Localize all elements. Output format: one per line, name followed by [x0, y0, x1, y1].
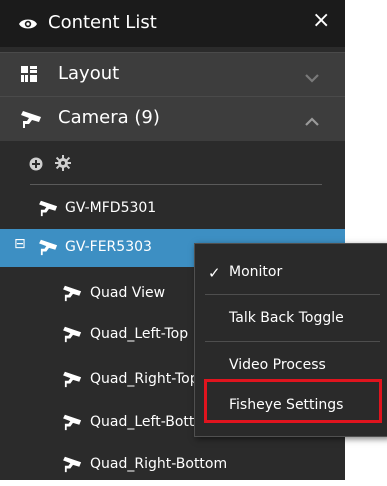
menu-item-label: Talk Back Toggle — [229, 310, 344, 326]
chevron-up-icon[interactable] — [304, 112, 320, 131]
tree-item-quad-right-bottom[interactable]: Quad_Right-Bottom — [0, 446, 345, 486]
child-label: Quad_Right-Top — [90, 371, 199, 387]
checkmark-icon: ✓ — [208, 264, 221, 282]
tree-item-gv-mfd5301[interactable]: GV-MFD5301 — [0, 189, 345, 229]
gear-icon[interactable] — [55, 155, 71, 175]
device-label: GV-MFD5301 — [65, 200, 157, 216]
menu-separator — [205, 294, 380, 295]
add-circle-icon[interactable] — [29, 156, 43, 175]
toolbar-divider — [30, 184, 322, 185]
chevron-down-icon[interactable] — [304, 68, 320, 87]
section-layout[interactable]: Layout — [0, 52, 345, 97]
camera-icon — [38, 238, 60, 260]
menu-item-monitor[interactable]: ✓ Monitor — [195, 252, 387, 292]
section-camera-label: Camera (9) — [58, 107, 160, 128]
child-label: Quad View — [90, 285, 166, 301]
camera-icon — [38, 199, 60, 221]
camera-icon — [62, 325, 84, 347]
menu-item-label: Monitor — [229, 264, 283, 280]
section-layout-label: Layout — [58, 63, 120, 84]
device-label: GV-FER5303 — [65, 239, 152, 255]
camera-icon — [62, 413, 84, 435]
panel-title: Content List — [48, 12, 157, 33]
collapse-toggle[interactable]: ⊟ — [14, 236, 26, 252]
child-label: Quad_Right-Bottom — [90, 456, 228, 472]
layout-grid-icon — [20, 65, 38, 87]
camera-icon — [20, 109, 44, 133]
section-camera[interactable]: Camera (9) — [0, 96, 345, 141]
child-label: Quad_Left-Top — [90, 326, 189, 342]
highlight-box — [204, 379, 382, 423]
camera-icon — [62, 370, 84, 392]
camera-icon — [62, 284, 84, 306]
camera-icon — [62, 455, 84, 477]
eye-icon — [18, 16, 38, 35]
camera-toolbar — [0, 140, 345, 185]
menu-item-talk-back-toggle[interactable]: Talk Back Toggle — [195, 298, 387, 338]
menu-item-label: Video Process — [229, 357, 326, 373]
menu-separator — [205, 341, 380, 342]
panel-titlebar: Content List × — [0, 0, 345, 47]
close-button[interactable]: × — [312, 10, 330, 32]
